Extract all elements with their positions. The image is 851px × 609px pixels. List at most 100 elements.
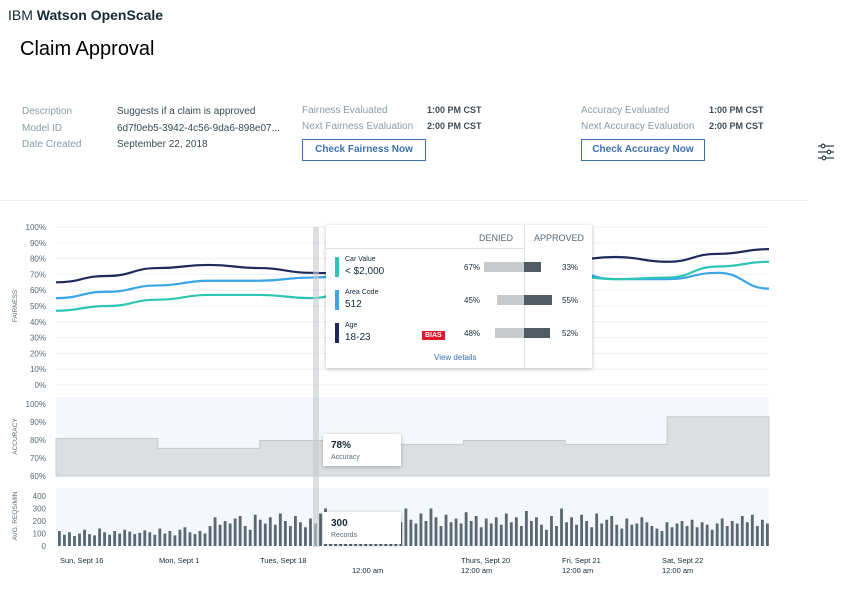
volume-bar [429, 508, 433, 546]
volume-bar [188, 532, 192, 546]
volume-bar [479, 527, 483, 546]
volume-bar [489, 523, 493, 546]
denied-percent: 48% [464, 329, 481, 338]
sliders-icon[interactable] [815, 142, 837, 162]
fairness-tick-label: 100% [26, 223, 46, 232]
volume-bar [509, 522, 513, 546]
approved-header: APPROVED [534, 233, 585, 243]
date-created-label: Date Created [22, 139, 82, 150]
x-axis-date-label: Sat, Sept 22 [662, 556, 703, 565]
fairness-tick-label: 20% [30, 349, 46, 358]
volume-bar [173, 535, 177, 546]
accuracy-evaluated-label: Accuracy Evaluated [581, 105, 670, 116]
volume-bar [529, 521, 533, 546]
volume-bar [288, 526, 292, 546]
fairness-evaluated-value: 1:00 PM CST [427, 105, 482, 115]
row-value: 18-23 [345, 332, 371, 343]
volume-bar [218, 524, 222, 546]
volume-bar [595, 513, 599, 546]
volume-bar [600, 523, 604, 546]
volume-bar [705, 524, 709, 546]
volume-tick-label: 100 [33, 530, 47, 539]
volume-bar [424, 521, 428, 546]
tooltip-row: Car Value < $2,000 67% 33% [326, 255, 592, 285]
volume-bar [93, 535, 96, 546]
check-fairness-button[interactable]: Check Fairness Now [302, 139, 426, 161]
volume-bar [540, 524, 543, 546]
row-label: Age [345, 322, 358, 329]
volume-bar [123, 529, 127, 546]
volume-bar [414, 523, 418, 546]
x-axis-date-label: Mon, Sept 1 [159, 556, 199, 565]
volume-bar [469, 521, 473, 546]
volume-bar [474, 516, 478, 546]
volume-bar [213, 517, 217, 546]
volume-bar [735, 523, 739, 546]
volume-bar [233, 518, 237, 546]
accuracy-tick-label: 60% [30, 472, 46, 481]
volume-bar [524, 511, 528, 546]
volume-bar [685, 526, 689, 546]
volume-bar [459, 523, 463, 546]
fairness-axis-label: FAIRNESS [12, 289, 19, 322]
accuracy-evaluated-value: 1:00 PM CST [709, 105, 764, 115]
volume-bar [103, 532, 107, 546]
volume-tick-label: 0 [42, 542, 47, 551]
volume-bar [143, 530, 147, 546]
denied-bar [483, 262, 524, 272]
denied-header: DENIED [479, 233, 514, 243]
volume-bar [118, 533, 122, 546]
volume-bar [484, 518, 488, 546]
volume-bar [163, 533, 167, 546]
volume-bar [113, 531, 117, 546]
approved-percent: 33% [562, 263, 579, 272]
volume-bar [253, 514, 257, 546]
volume-bar [615, 524, 619, 546]
volume-bar [268, 517, 272, 546]
description-value: Suggests if a claim is approved [117, 106, 256, 117]
volume-bar [635, 523, 639, 546]
volume-bar [570, 517, 573, 546]
fairness-tick-label: 10% [30, 365, 46, 374]
volume-bar [278, 513, 282, 546]
check-accuracy-button[interactable]: Check Accuracy Now [581, 139, 705, 161]
volume-bar [58, 531, 61, 546]
fairness-tick-label: 40% [30, 318, 46, 327]
approved-bar [524, 295, 552, 305]
volume-bar [675, 523, 679, 546]
accuracy-tick-label: 70% [30, 454, 46, 463]
volume-bar [730, 521, 734, 546]
volume-bar [545, 529, 548, 546]
volume-bar [283, 521, 287, 546]
volume-bar [138, 532, 142, 546]
volume-bar [208, 526, 212, 546]
x-axis-date-label: Tues, Sept 18 [260, 556, 306, 565]
volume-bar [670, 527, 674, 546]
fairness-tick-label: 50% [30, 302, 46, 311]
approved-percent: 55% [562, 296, 579, 305]
date-created-value: September 22, 2018 [117, 139, 208, 150]
volume-bar [248, 529, 252, 546]
volume-bar [168, 531, 172, 546]
hover-indicator [313, 227, 319, 547]
volume-bar [449, 522, 453, 546]
bias-badge: BIAS [422, 331, 445, 340]
fairness-tick-label: 30% [30, 334, 46, 343]
volume-bar [720, 518, 724, 546]
denied-bar [495, 328, 524, 338]
fairness-tick-label: 70% [30, 270, 46, 279]
view-details-link[interactable]: View details [434, 353, 477, 362]
volume-bar [88, 534, 91, 546]
volume-bar [745, 522, 749, 546]
volume-bar [153, 534, 157, 546]
volume-bar [309, 518, 312, 546]
volume-bar [178, 529, 182, 546]
volume-bar [193, 534, 197, 546]
x-axis-time-label: 12:00 am [352, 566, 383, 575]
row-value: < $2,000 [345, 266, 385, 277]
volume-bar [560, 508, 563, 546]
volume-bar [690, 519, 694, 546]
denied-bar [497, 295, 524, 305]
accuracy-callout-label: Accuracy [331, 454, 360, 461]
volume-bar [98, 528, 101, 546]
